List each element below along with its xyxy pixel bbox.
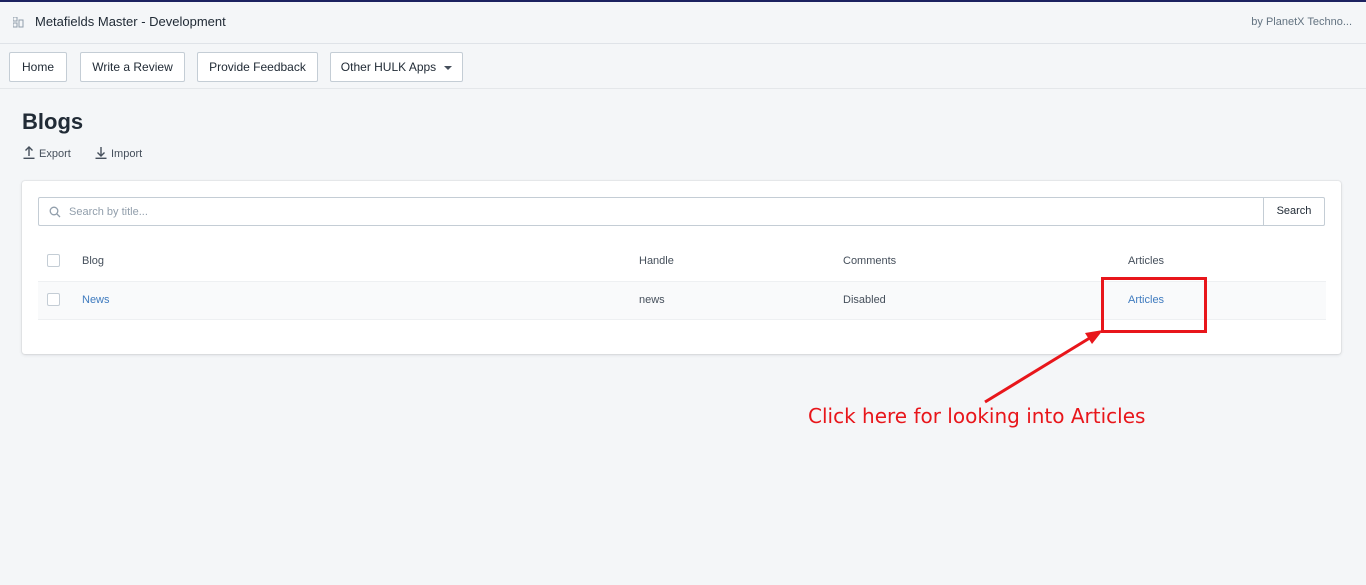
annotation-text: Click here for looking into Articles <box>808 404 1146 428</box>
annotation-arrow-icon <box>984 330 1103 404</box>
app-page: Metafields Master - Development by Plane… <box>0 0 1366 585</box>
